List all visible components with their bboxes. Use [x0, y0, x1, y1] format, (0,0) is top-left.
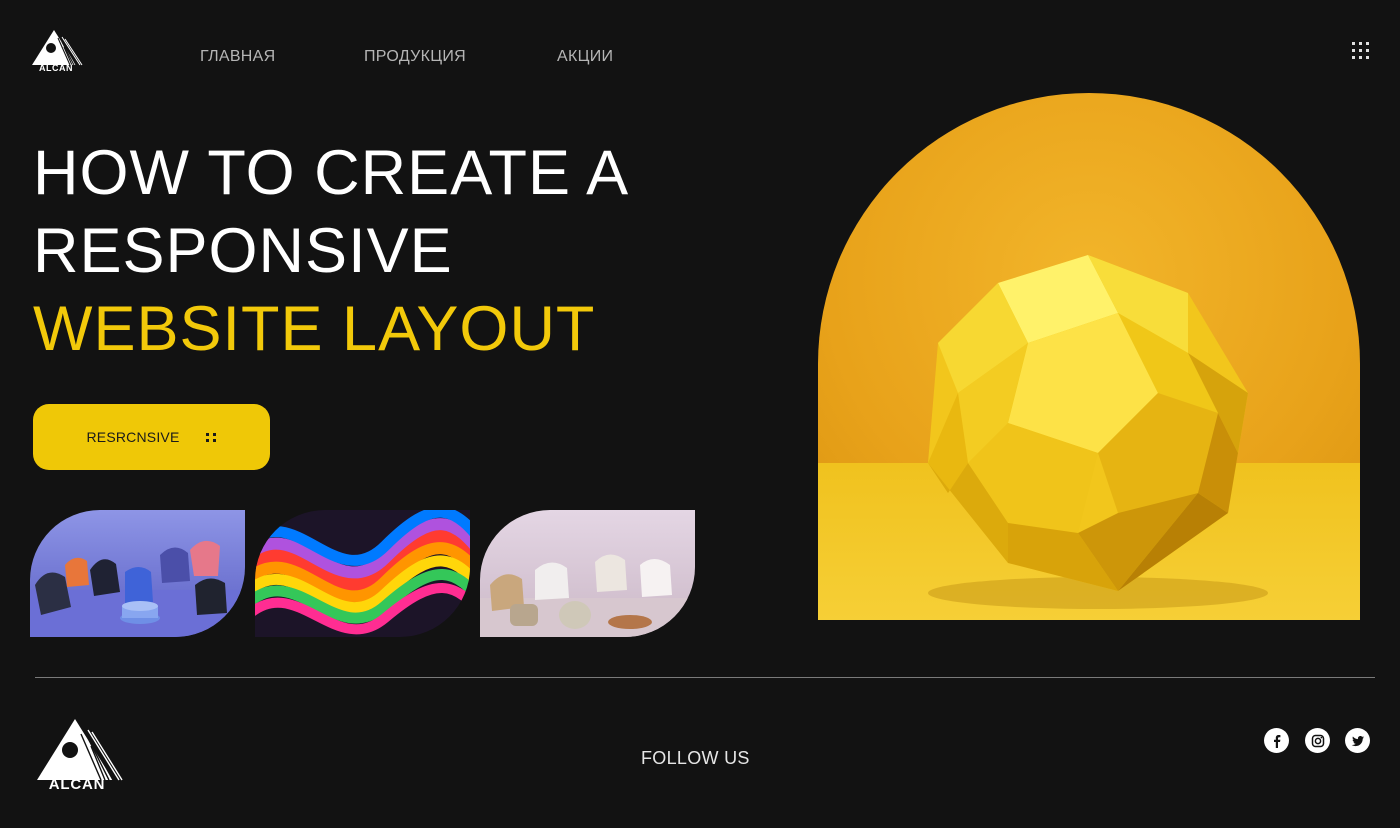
nav-item-home[interactable]: ГЛАВНАЯ [200, 48, 276, 66]
instagram-icon[interactable] [1305, 728, 1330, 753]
logo-text-footer: ALCAN [49, 776, 106, 790]
gallery-thumb-rainbow-swirl[interactable] [255, 510, 470, 637]
nav-item-promotions[interactable]: АКЦИИ [557, 48, 613, 66]
nav-item-products[interactable]: ПРОДУКЦИЯ [364, 48, 466, 66]
four-dots-icon [205, 432, 217, 442]
gallery-thumb-chairs-white[interactable] [480, 510, 695, 637]
cta-button[interactable]: RESRCNSIVE [33, 404, 270, 470]
hero-title-line-1: HOW TO CREATE A [33, 138, 630, 208]
facebook-icon[interactable] [1264, 728, 1289, 753]
feature-image-yellow-sphere [818, 93, 1360, 620]
follow-us-label: FOLLOW US [641, 748, 750, 768]
cta-label: RESRCNSIVE [86, 429, 180, 445]
alcan-logo[interactable]: ALCAN [30, 28, 84, 73]
logo-text-small: ALCAN [39, 63, 73, 72]
hero-title-line-3: WEBSITE LAYOUT [33, 294, 596, 364]
alcan-logo-footer[interactable]: ALCAN [35, 716, 123, 793]
hero-title: HOW TO CREATE A RESPONSIVE WEBSITE LAYOU… [33, 134, 629, 368]
twitter-icon[interactable] [1345, 728, 1370, 753]
grid-dots-icon[interactable] [1350, 40, 1372, 62]
gallery-thumb-chairs-colorful[interactable] [30, 510, 245, 637]
footer-divider [35, 677, 1375, 678]
hero-title-line-2: RESPONSIVE [33, 216, 453, 286]
